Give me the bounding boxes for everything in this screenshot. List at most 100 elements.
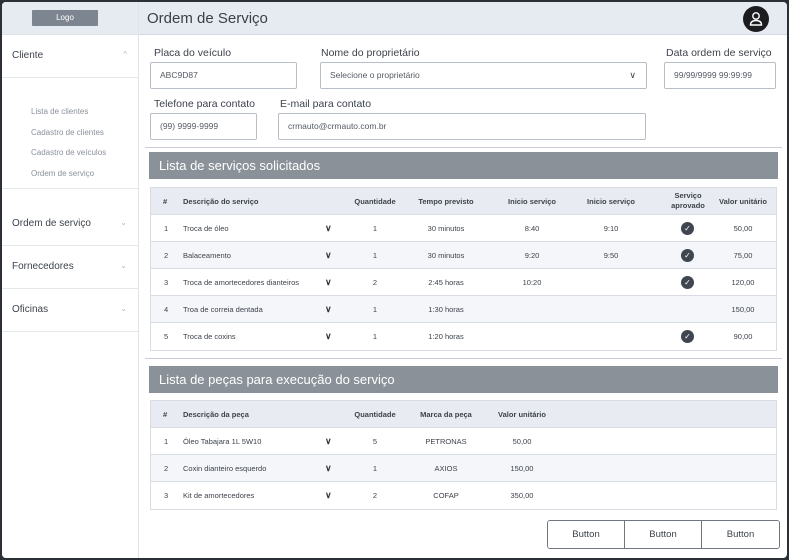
col-marca: Marca da peça bbox=[420, 410, 472, 419]
sidebar-item-label: Fornecedores bbox=[12, 261, 74, 272]
row-marca: COFAP bbox=[433, 491, 459, 500]
data-label: Data ordem de serviço bbox=[666, 47, 772, 59]
row-desc: Troca de coxins bbox=[183, 332, 236, 341]
row-inicio-2 bbox=[575, 296, 647, 323]
placa-label: Placa do veículo bbox=[154, 47, 232, 59]
table-row[interactable]: 3 Troca de amortecedores dianteiros ∨ 2 … bbox=[151, 269, 776, 296]
row-inicio-1: 8:40 bbox=[524, 224, 540, 233]
divider bbox=[145, 147, 782, 148]
row-valor: 50,00 bbox=[733, 224, 753, 233]
row-valor: 150,00 bbox=[731, 305, 755, 314]
submenu-cliente: Lista de clientes Cadastro de clientes C… bbox=[2, 78, 139, 189]
proprietario-select[interactable]: Selecione o proprietário ∨ bbox=[320, 62, 647, 89]
chevron-down-icon[interactable]: ∨ bbox=[325, 296, 332, 323]
col-tempo: Tempo previsto bbox=[418, 197, 474, 206]
chevron-up-icon: ^ bbox=[123, 50, 127, 59]
row-num: 1 bbox=[164, 437, 169, 446]
row-valor: 350,00 bbox=[510, 491, 534, 500]
header: Ordem de Serviço bbox=[139, 2, 787, 35]
row-marca: AXIOS bbox=[434, 464, 458, 473]
submenu-item-cadastro-veiculos[interactable]: Cadastro de veículos bbox=[31, 148, 106, 157]
row-num: 5 bbox=[164, 332, 169, 341]
row-valor: 50,00 bbox=[512, 437, 532, 446]
row-desc: Óleo Tabajara 1L 5W10 bbox=[183, 437, 262, 446]
submenu-item-ordem-servico[interactable]: Ordem de serviço bbox=[31, 169, 94, 178]
check-icon: ✓ bbox=[681, 276, 694, 289]
logo-area: Logo bbox=[2, 2, 138, 35]
services-section-title: Lista de serviços solicitados bbox=[149, 152, 778, 179]
submenu-item-lista-clientes[interactable]: Lista de clientes bbox=[31, 107, 88, 116]
submenu-item-cadastro-clientes[interactable]: Cadastro de clientes bbox=[31, 128, 104, 137]
sidebar: Logo Cliente ^ Lista de clientes Cadastr… bbox=[2, 2, 139, 558]
row-qtd: 1 bbox=[372, 305, 378, 314]
row-valor: 90,00 bbox=[733, 332, 753, 341]
table-row[interactable]: 2 Balaceamento ∨ 1 30 minutos 9:20 9:50 … bbox=[151, 242, 776, 269]
table-row[interactable]: 3 Kit de amortecedores ∨ 2 COFAP 350,00 bbox=[151, 482, 776, 509]
row-tempo: 30 minutos bbox=[427, 251, 465, 260]
sidebar-item-label: Ordem de serviço bbox=[12, 218, 91, 229]
col-qtd: Quantidade bbox=[354, 197, 396, 206]
table-row[interactable]: 1 Óleo Tabajara 1L 5W10 ∨ 5 PETRONAS 50,… bbox=[151, 428, 776, 455]
chevron-down-icon[interactable]: ∨ bbox=[325, 455, 332, 482]
row-num: 3 bbox=[164, 278, 169, 287]
data-input[interactable]: 99/99/9999 99:99:99 bbox=[664, 62, 776, 89]
col-inicio-1: Inicio serviço bbox=[508, 197, 556, 206]
col-valor: Valor unitário bbox=[719, 197, 767, 206]
row-qtd: 1 bbox=[372, 224, 378, 233]
chevron-down-icon[interactable]: ∨ bbox=[325, 323, 332, 350]
row-tempo: 1:20 horas bbox=[428, 332, 464, 341]
table-row[interactable]: 2 Coxin dianteiro esquerdo ∨ 1 AXIOS 150… bbox=[151, 455, 776, 482]
table-row[interactable]: 4 Troa de correia dentada ∨ 1 1:30 horas… bbox=[151, 296, 776, 323]
user-icon[interactable] bbox=[743, 6, 769, 32]
page-title: Ordem de Serviço bbox=[147, 10, 268, 27]
row-desc: Coxin dianteiro esquerdo bbox=[183, 464, 267, 473]
sidebar-item-fornecedores[interactable]: Fornecedores ⌄ bbox=[2, 246, 139, 289]
sidebar-item-ordem-servico[interactable]: Ordem de serviço ⌄ bbox=[2, 203, 139, 246]
table-row[interactable]: 1 Troca de óleo ∨ 1 30 minutos 8:40 9:10… bbox=[151, 215, 776, 242]
row-inicio-1 bbox=[496, 296, 568, 323]
chevron-down-icon[interactable]: ∨ bbox=[325, 242, 332, 269]
row-inicio-1 bbox=[496, 323, 568, 350]
chevron-down-icon: ⌄ bbox=[120, 218, 127, 227]
sidebar-item-cliente[interactable]: Cliente ^ bbox=[2, 35, 139, 78]
telefone-label: Telefone para contato bbox=[154, 98, 255, 110]
logo[interactable]: Logo bbox=[32, 10, 98, 26]
chevron-down-icon: ⌄ bbox=[120, 261, 127, 270]
col-desc: Descrição da peça bbox=[183, 410, 249, 419]
row-valor: 150,00 bbox=[510, 464, 534, 473]
check-icon: ✓ bbox=[681, 249, 694, 262]
chevron-down-icon[interactable]: ∨ bbox=[325, 269, 332, 296]
action-button-3[interactable]: Button bbox=[702, 521, 779, 548]
col-aprovado: Serviço aprovado bbox=[663, 191, 713, 218]
col-aprovado-line1: Serviço bbox=[674, 191, 702, 200]
chevron-down-icon[interactable]: ∨ bbox=[325, 428, 332, 455]
row-desc: Troca de amortecedores dianteiros bbox=[183, 278, 300, 287]
row-qtd: 1 bbox=[372, 332, 378, 341]
table-row[interactable]: 5 Troca de coxins ∨ 1 1:20 horas ✓ 90,00 bbox=[151, 323, 776, 350]
row-desc: Troca de óleo bbox=[183, 224, 229, 233]
row-inicio-2 bbox=[575, 323, 647, 350]
action-button-2[interactable]: Button bbox=[625, 521, 702, 548]
chevron-down-icon: ∨ bbox=[629, 70, 636, 80]
row-num: 2 bbox=[164, 251, 169, 260]
row-num: 4 bbox=[164, 305, 169, 314]
services-table-header: # Descrição do serviço Quantidade Tempo … bbox=[151, 188, 776, 215]
row-qtd: 5 bbox=[372, 437, 378, 446]
telefone-input[interactable]: (99) 9999-9999 bbox=[150, 113, 257, 140]
chevron-down-icon[interactable]: ∨ bbox=[325, 482, 332, 509]
chevron-down-icon: ⌄ bbox=[120, 304, 127, 313]
email-label: E-mail para contato bbox=[280, 98, 372, 110]
col-aprovado-line2: aprovado bbox=[671, 201, 705, 210]
chevron-down-icon[interactable]: ∨ bbox=[325, 215, 332, 242]
row-qtd: 2 bbox=[372, 278, 378, 287]
row-tempo: 1:30 horas bbox=[428, 305, 464, 314]
parts-table: # Descrição da peça Quantidade Marca da … bbox=[150, 400, 777, 510]
col-qtd: Quantidade bbox=[354, 410, 396, 419]
row-num: 3 bbox=[164, 491, 169, 500]
placa-input[interactable]: ABC9D87 bbox=[150, 62, 297, 89]
sidebar-item-oficinas[interactable]: Oficinas ⌄ bbox=[2, 289, 139, 332]
action-button-1[interactable]: Button bbox=[548, 521, 625, 548]
row-qtd: 1 bbox=[372, 251, 378, 260]
email-input[interactable]: crmauto@crmauto.com.br bbox=[278, 113, 646, 140]
row-inicio-2: 9:10 bbox=[603, 224, 619, 233]
